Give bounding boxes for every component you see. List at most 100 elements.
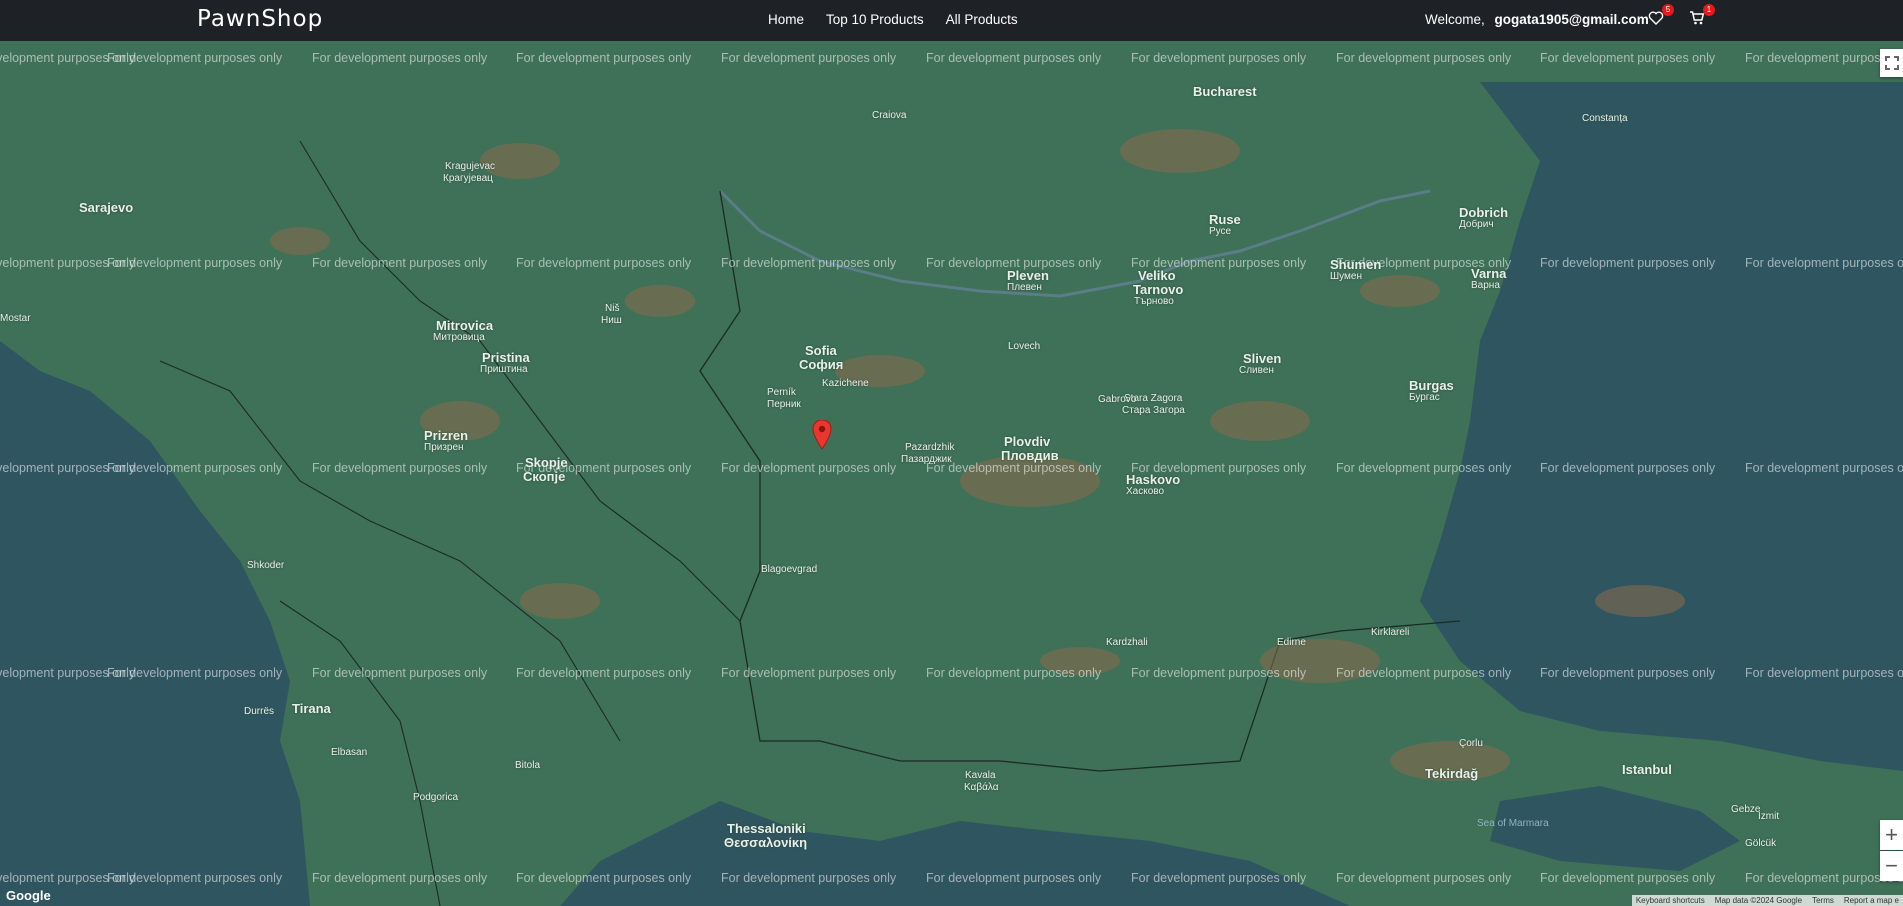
place-label: Перник (767, 399, 801, 410)
dev-watermark: For development purposes only (1540, 51, 1716, 65)
place-label: Търново (1134, 296, 1174, 307)
place-label: Prizren (424, 428, 469, 443)
place-label: Митровица (433, 332, 485, 343)
place-label: Шумен (1330, 271, 1363, 282)
place-label: Пазарджик (901, 454, 952, 465)
place-label: Варна (1471, 280, 1500, 291)
place-label: Veliko (1138, 268, 1176, 283)
zoom-out-button[interactable]: − (1880, 851, 1903, 881)
dev-watermark: For development purposes only (1745, 461, 1903, 475)
dev-watermark: For development purposes only (107, 256, 283, 270)
fullscreen-button[interactable] (1880, 49, 1903, 77)
place-label: Perník (767, 387, 796, 398)
report-error-link[interactable]: Report a map e (1844, 896, 1899, 905)
place-label: София (799, 357, 844, 372)
place-label: Istanbul (1622, 762, 1672, 777)
place-label: Приштина (480, 364, 528, 375)
place-label: Θεσσαλονίκη (724, 835, 808, 850)
dev-watermark: For development purposes only (1540, 871, 1716, 885)
wishlist-button[interactable]: 5 (1648, 4, 1674, 30)
place-label: Крагујевац (443, 173, 493, 184)
cart-button[interactable]: 1 (1689, 4, 1715, 30)
dev-watermark: For development purposes only (1745, 256, 1903, 270)
place-label: Sarajevo (79, 200, 134, 215)
place-label: Haskovo (1126, 472, 1181, 487)
place-label: Ниш (601, 315, 622, 326)
dev-watermark: For development purposes only (1540, 666, 1716, 680)
place-label: Shumen (1330, 257, 1382, 272)
user-email[interactable]: gogata1905@gmail.com (1495, 12, 1649, 27)
dev-watermark: For development purposes only (516, 871, 692, 885)
place-label: Thessaloniki (727, 821, 806, 836)
cart-count-badge: 1 (1703, 4, 1715, 16)
place-label: Хасково (1126, 486, 1165, 497)
dev-watermark: For development purposes only (926, 666, 1102, 680)
place-label: Сливен (1239, 365, 1274, 376)
welcome-text: Welcome, gogata1905@gmail.com (1425, 12, 1649, 27)
place-label: Gabrovo (1098, 394, 1137, 405)
nav-all-products[interactable]: All Products (946, 12, 1018, 27)
dev-watermark: For development purposes only (1131, 666, 1307, 680)
map-data-attribution: Map data ©2024 Google (1714, 896, 1803, 905)
place-label: Бургас (1409, 392, 1440, 403)
place-label: Tarnovo (1133, 282, 1184, 297)
place-label: Sliven (1243, 351, 1282, 366)
terms-link[interactable]: Terms (1812, 896, 1834, 905)
place-label: Elbasan (331, 747, 368, 758)
dev-watermark: For development purposes only (1131, 51, 1307, 65)
place-label: Призрен (424, 442, 464, 453)
place-label: Plovdiv (1004, 434, 1051, 449)
place-label: Tirana (292, 701, 331, 716)
place-label: Niš (605, 303, 620, 314)
place-label: Gölcük (1745, 838, 1777, 849)
place-label: Dobrich (1459, 205, 1509, 220)
place-label: Kazichene (822, 378, 869, 389)
place-label: Pazardzhik (905, 442, 955, 453)
place-label: Ruse (1209, 212, 1241, 227)
sea-label: Sea of Marmara (1477, 818, 1549, 829)
dev-watermark: For development purposes only (1336, 871, 1512, 885)
place-label: Craiova (872, 110, 907, 121)
place-label: Podgorica (413, 792, 459, 803)
place-label: Kragujevac (445, 161, 496, 172)
keyboard-shortcuts-link[interactable]: Keyboard shortcuts (1636, 896, 1705, 905)
place-label: Русе (1209, 226, 1232, 237)
dev-watermark: For development purposes only (721, 871, 897, 885)
brand-logo[interactable]: PawnShop (197, 6, 323, 32)
top-navbar: PawnShop Home Top 10 Products All Produc… (0, 0, 1903, 41)
place-label: Скопје (523, 469, 566, 484)
dev-watermark: For development purposes only (107, 871, 283, 885)
place-label: İzmit (1758, 811, 1780, 822)
dev-watermark: For development purposes only (516, 666, 692, 680)
map-marker-icon[interactable] (812, 420, 832, 450)
place-label: Burgas (1409, 378, 1454, 393)
place-label: Плевен (1007, 282, 1042, 293)
place-label: Mostar (0, 313, 31, 324)
place-label: Добрич (1459, 219, 1494, 230)
place-label: Çorlu (1459, 738, 1483, 749)
zoom-in-button[interactable]: + (1880, 820, 1903, 850)
dev-watermark: For development purposes only (721, 51, 897, 65)
place-label: Καβάλα (964, 782, 999, 793)
place-label: Pleven (1007, 268, 1049, 283)
dev-watermark: For development purposes only (312, 461, 488, 475)
wishlist-count-badge: 5 (1662, 4, 1674, 16)
dev-watermark: For development purposes only (312, 256, 488, 270)
google-map[interactable]: For development purposes only For develo… (0, 41, 1903, 906)
place-label: Mitrovica (436, 318, 494, 333)
dev-watermark: For development purposes only (1336, 666, 1512, 680)
place-label: Pristina (482, 350, 530, 365)
dev-watermark: For development purposes only (1131, 871, 1307, 885)
dev-watermark: For development purposes only (1540, 256, 1716, 270)
place-label: Kardzhali (1106, 637, 1148, 648)
fullscreen-icon (1884, 56, 1899, 70)
place-label: Skopje (525, 455, 568, 470)
welcome-label: Welcome, (1425, 12, 1485, 27)
nav-home[interactable]: Home (768, 12, 804, 27)
nav-top-10-products[interactable]: Top 10 Products (826, 12, 924, 27)
place-label: Kirklareli (1371, 627, 1410, 638)
google-logo[interactable]: Google (6, 888, 51, 903)
place-label: Shkoder (247, 560, 285, 571)
dev-watermark: For development purposes only (721, 256, 897, 270)
place-label: Bucharest (1193, 84, 1257, 99)
